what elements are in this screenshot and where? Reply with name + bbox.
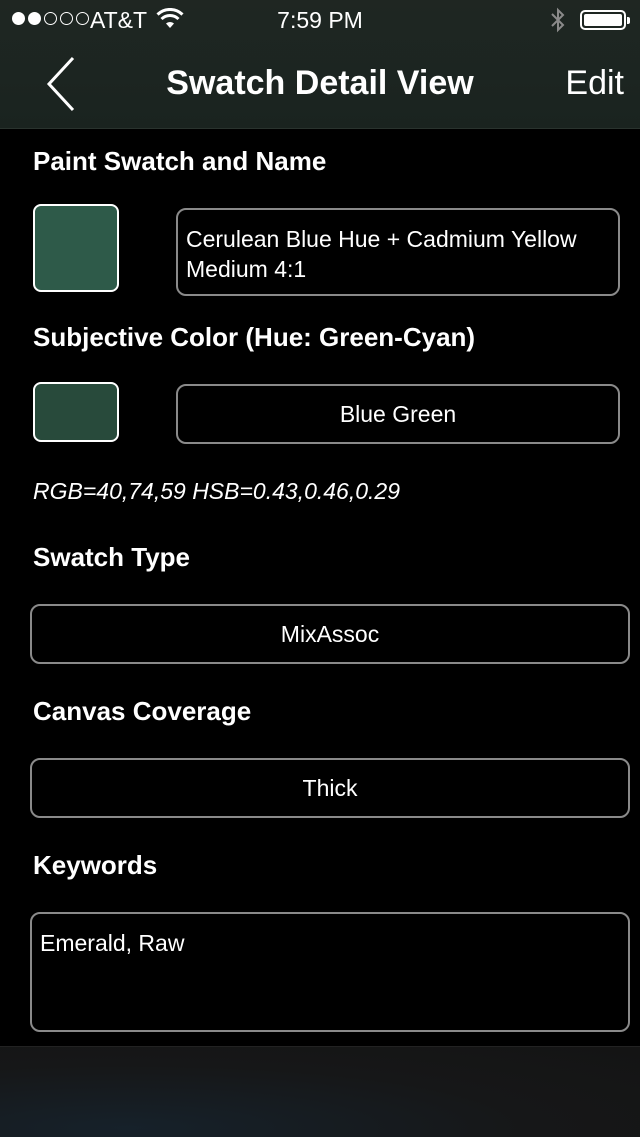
edit-button[interactable]: Edit [565, 64, 624, 103]
bottom-toolbar [0, 1046, 640, 1137]
keywords-field[interactable]: Emerald, Raw [30, 912, 630, 1032]
subjective-color-swatch[interactable] [33, 382, 119, 442]
subjective-color-field[interactable]: Blue Green [176, 384, 620, 444]
paint-name-field[interactable]: Cerulean Blue Hue + Cadmium Yellow Mediu… [176, 208, 620, 296]
swatch-type-field[interactable]: MixAssoc [30, 604, 630, 664]
canvas-coverage-field[interactable]: Thick [30, 758, 630, 818]
subjective-color-label: Subjective Color (Hue: Green-Cyan) [33, 322, 476, 352]
paint-swatch-label: Paint Swatch and Name [33, 146, 327, 176]
header: AT&T 7:59 PM Swatch Detail View Edit [0, 0, 640, 129]
status-time: 7:59 PM [277, 7, 363, 33]
paint-swatch[interactable] [33, 204, 119, 292]
page-title: Swatch Detail View [166, 64, 474, 102]
navigation-bar: Swatch Detail View Edit [0, 40, 640, 128]
bluetooth-icon [548, 6, 568, 40]
battery-icon [580, 10, 630, 30]
canvas-coverage-label: Canvas Coverage [33, 696, 252, 726]
rgb-hsb-values: RGB=40,74,59 HSB=0.43,0.46,0.29 [33, 478, 400, 504]
status-bar: AT&T 7:59 PM [0, 0, 640, 40]
keywords-label: Keywords [33, 850, 158, 880]
swatch-type-label: Swatch Type [33, 542, 191, 572]
